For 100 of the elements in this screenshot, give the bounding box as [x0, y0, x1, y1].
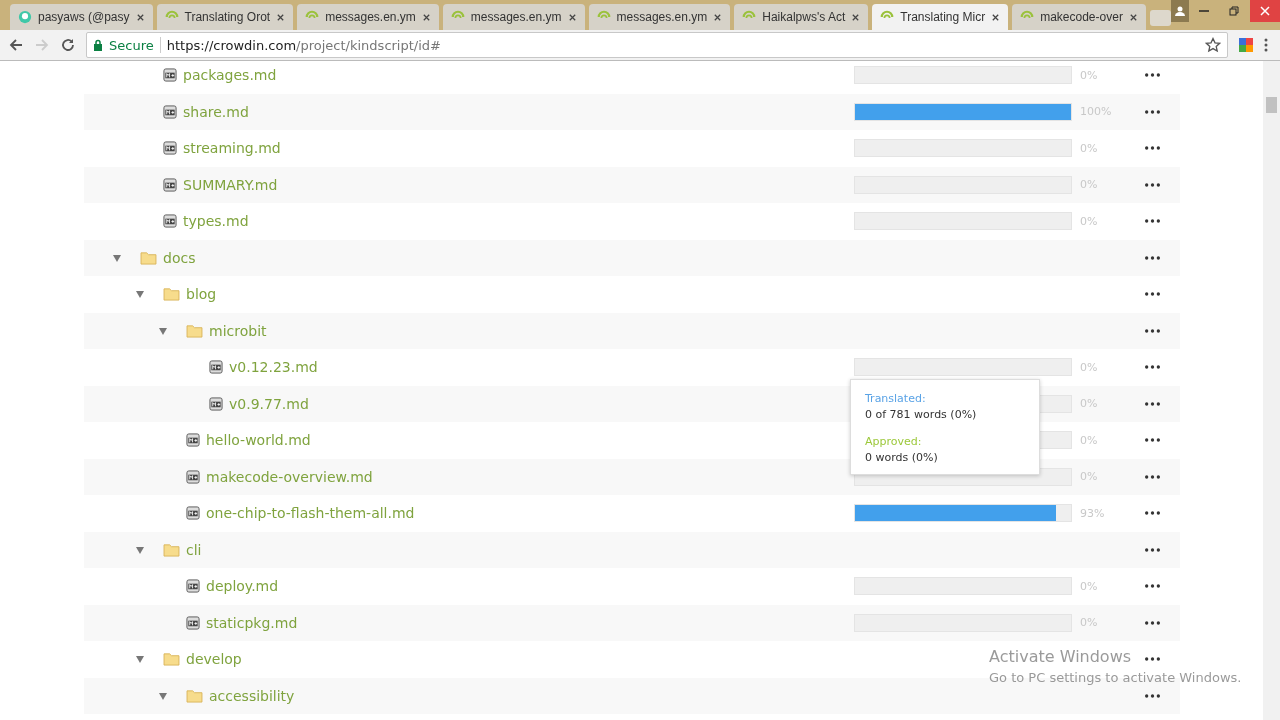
markdown-file-icon [186, 579, 200, 594]
reload-icon[interactable] [60, 37, 76, 53]
more-icon[interactable] [1145, 219, 1160, 224]
folder-icon [140, 250, 157, 265]
scrollbar[interactable] [1263, 61, 1280, 720]
window-close-button[interactable] [1249, 0, 1280, 22]
close-icon[interactable] [567, 12, 577, 22]
restore-icon [1228, 5, 1241, 17]
file-link[interactable]: share.md [183, 103, 249, 120]
folder-link[interactable]: develop [186, 651, 242, 668]
markdown-file-icon [186, 506, 200, 521]
file-link[interactable]: SUMMARY.md [183, 176, 278, 193]
file-link[interactable]: deploy.md [206, 578, 279, 595]
markdown-file-icon [186, 469, 200, 484]
file-link[interactable]: hello-world.md [206, 432, 311, 449]
browser-tab[interactable]: Translating Micr [872, 4, 1009, 30]
folder-icon [163, 542, 180, 557]
more-icon[interactable] [1145, 328, 1160, 333]
more-icon[interactable] [1145, 438, 1160, 443]
folder-icon [163, 287, 180, 302]
expand-arrow-icon[interactable] [158, 325, 168, 336]
more-icon[interactable] [1145, 657, 1160, 662]
file-link[interactable]: staticpkg.md [206, 614, 298, 631]
menu-icon[interactable] [1264, 37, 1268, 53]
approved-label: Approved: [865, 435, 923, 448]
close-icon[interactable] [1128, 12, 1138, 22]
more-icon[interactable] [1145, 146, 1160, 151]
more-icon[interactable] [1145, 401, 1160, 406]
close-icon[interactable] [851, 12, 861, 22]
more-icon[interactable] [1145, 365, 1160, 370]
back-icon[interactable] [8, 37, 24, 53]
security-label: Secure [109, 37, 154, 53]
minimize-icon [1198, 10, 1209, 12]
more-icon[interactable] [1145, 584, 1160, 589]
translated-value: 0 of 781 words (0%) [865, 408, 978, 421]
markdown-file-icon [209, 360, 223, 375]
activation-text: Go to PC settings to activate Windows. [989, 670, 1242, 685]
tab-title: pasyaws (@pasy [38, 10, 130, 24]
more-icon[interactable] [1145, 511, 1160, 516]
tab-title: Translating Micr [900, 10, 986, 24]
folder-link[interactable]: cli [186, 541, 202, 558]
scroll-thumb[interactable] [1266, 97, 1277, 113]
browser-tab[interactable]: messages.en.ym [588, 4, 731, 30]
more-icon[interactable] [1145, 182, 1160, 187]
tab-title: messages.en.ym [616, 10, 708, 24]
more-icon[interactable] [1145, 73, 1160, 78]
folder-icon [186, 688, 203, 703]
close-icon[interactable] [991, 12, 1001, 22]
user-button[interactable] [1170, 0, 1189, 22]
file-link[interactable]: makecode-overview.md [206, 468, 373, 485]
file-link[interactable]: one-chip-to-flash-them-all.md [206, 505, 415, 522]
close-icon[interactable] [713, 12, 723, 22]
more-icon[interactable] [1145, 547, 1160, 552]
more-icon[interactable] [1145, 693, 1160, 698]
file-link[interactable]: types.md [183, 213, 249, 230]
expand-arrow-icon[interactable] [135, 289, 145, 300]
markdown-file-icon [186, 433, 200, 448]
browser-tab[interactable]: messages.en.ym [297, 4, 439, 30]
address-bar[interactable]: Secure https://crowdin.com/project/kindscript/id# [86, 32, 1228, 58]
more-icon[interactable] [1145, 292, 1160, 297]
file-link[interactable]: streaming.md [183, 140, 281, 157]
browser-tab[interactable]: Haikalpws's Act [734, 4, 869, 30]
file-link[interactable]: v0.12.23.md [229, 359, 318, 376]
folder-link[interactable]: accessibility [209, 687, 295, 704]
expand-arrow-icon[interactable] [158, 690, 168, 701]
close-icon[interactable] [135, 12, 145, 22]
folder-link[interactable]: microbit [209, 322, 267, 339]
folder-icon [186, 323, 203, 338]
close-icon [1258, 5, 1271, 17]
markdown-file-icon [163, 177, 177, 192]
tab-title: Translating Orot [184, 10, 271, 24]
close-icon[interactable] [276, 12, 286, 22]
tab-title: messages.en.ym [470, 10, 562, 24]
extension-icon[interactable] [1238, 37, 1254, 53]
lock-icon [93, 39, 103, 51]
translated-label: Translated: [865, 392, 927, 405]
tab-title: makecode-over [1040, 10, 1123, 24]
more-icon[interactable] [1145, 255, 1160, 260]
browser-tab[interactable]: makecode-over [1012, 4, 1146, 30]
markdown-file-icon [163, 141, 177, 156]
expand-arrow-icon[interactable] [135, 544, 145, 555]
expand-arrow-icon[interactable] [135, 654, 145, 665]
folder-icon [163, 652, 180, 667]
more-icon[interactable] [1145, 109, 1160, 114]
person-icon [1173, 5, 1186, 17]
star-icon[interactable] [1205, 37, 1221, 53]
browser-tab[interactable]: messages.en.ym [442, 4, 585, 30]
browser-tab[interactable]: pasyaws (@pasy [10, 4, 153, 30]
file-link[interactable]: v0.9.77.md [229, 395, 309, 412]
folder-link[interactable]: docs [163, 249, 196, 266]
close-icon[interactable] [421, 12, 431, 22]
tab-title: Haikalpws's Act [762, 10, 846, 24]
markdown-file-icon [163, 104, 177, 119]
file-link[interactable]: packages.md [183, 67, 277, 84]
folder-link[interactable]: blog [186, 286, 217, 303]
activation-title: Activate Windows [989, 647, 1132, 666]
expand-arrow-icon[interactable] [112, 252, 122, 263]
browser-tab[interactable]: Translating Orot [156, 4, 294, 30]
more-icon[interactable] [1145, 474, 1160, 479]
more-icon[interactable] [1145, 620, 1160, 625]
